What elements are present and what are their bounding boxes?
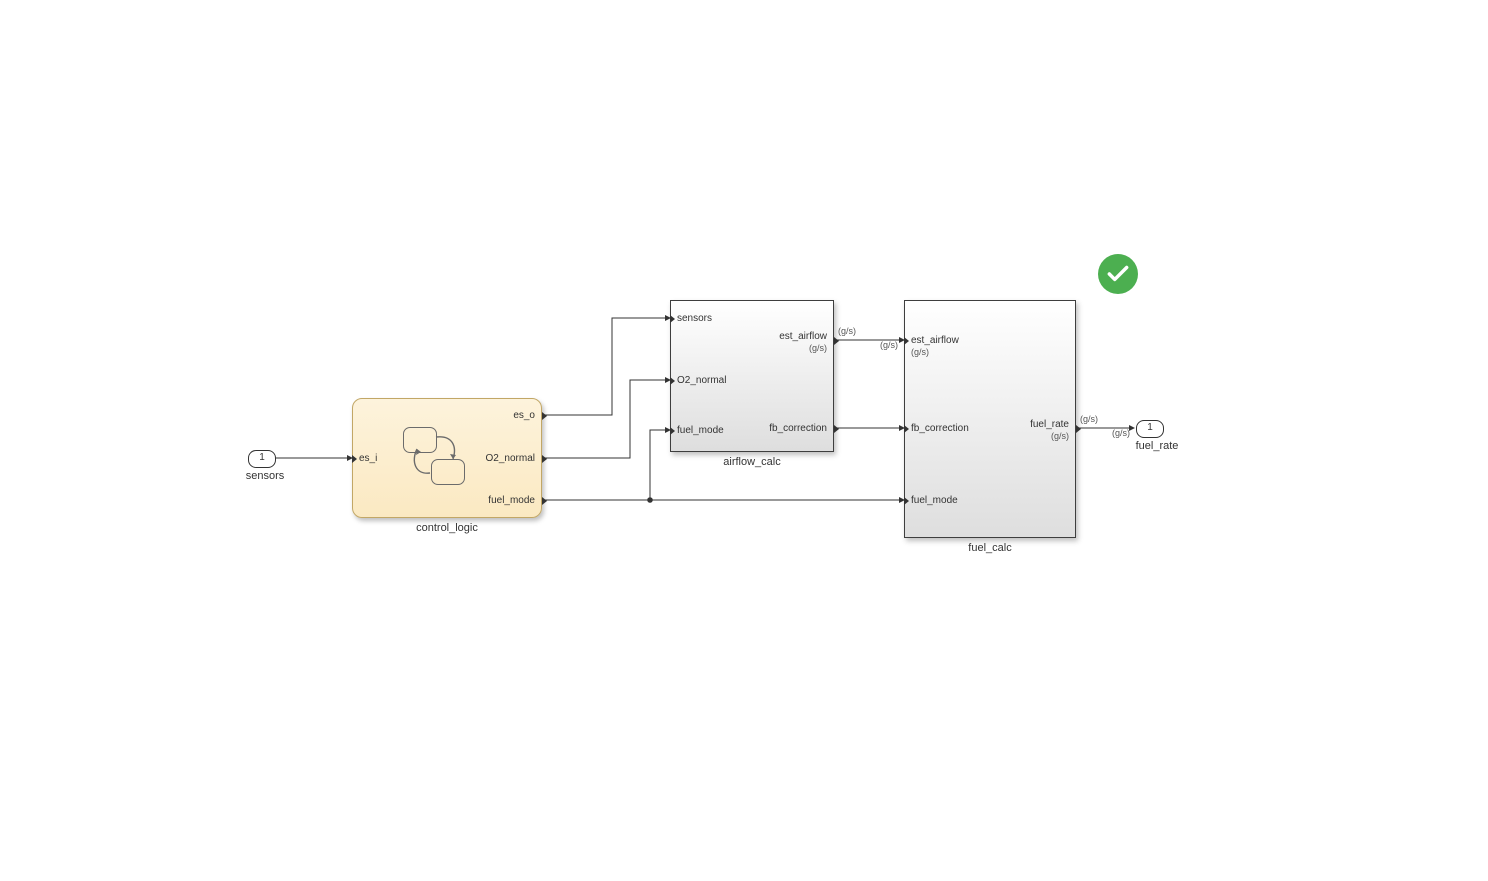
outport-number: 1 bbox=[1147, 422, 1153, 433]
outport-label: fuel_rate bbox=[1122, 440, 1192, 452]
wire-est-airflow-unit-in: (g/s) bbox=[880, 340, 898, 350]
port-fuel-rate-out-unit: (g/s) bbox=[1051, 431, 1069, 441]
block-control-logic-name: control_logic bbox=[352, 522, 542, 534]
port-o2-normal: O2_normal bbox=[486, 453, 535, 464]
wire-fuel-rate-unit-out: (g/s) bbox=[1080, 414, 1098, 424]
port-fuel-mode: fuel_mode bbox=[488, 495, 535, 506]
block-airflow-calc-name: airflow_calc bbox=[670, 456, 834, 468]
port-fuel-mode-in2: fuel_mode bbox=[911, 495, 958, 506]
wire-est-airflow-unit-out: (g/s) bbox=[838, 326, 856, 336]
block-airflow-calc[interactable]: sensors O2_normal fuel_mode est_airflow … bbox=[670, 300, 834, 452]
port-fb-correction-out: fb_correction bbox=[769, 423, 827, 434]
port-es-i: es_i bbox=[359, 453, 377, 464]
port-o2-normal-in: O2_normal bbox=[677, 375, 726, 386]
check-icon bbox=[1105, 261, 1131, 287]
port-est-airflow-out: est_airflow bbox=[779, 331, 827, 342]
port-es-o: es_o bbox=[513, 410, 535, 421]
stateflow-glyph bbox=[403, 427, 483, 487]
diagram-canvas: 1 sensors es_i es_o O2_normal fuel_mode … bbox=[0, 0, 1488, 881]
port-est-airflow-in-unit: (g/s) bbox=[911, 347, 929, 357]
block-control-logic[interactable]: es_i es_o O2_normal fuel_mode bbox=[352, 398, 542, 518]
port-sensors-in: sensors bbox=[677, 313, 712, 324]
inport-sensors[interactable]: 1 bbox=[248, 450, 276, 468]
block-fuel-calc[interactable]: est_airflow (g/s) fb_correction fuel_mod… bbox=[904, 300, 1076, 538]
port-est-airflow-unit: (g/s) bbox=[809, 343, 827, 353]
wire-fuel-rate-unit-wire: (g/s) bbox=[1112, 428, 1130, 438]
port-fuel-rate-out: fuel_rate bbox=[1030, 419, 1069, 430]
block-fuel-calc-name: fuel_calc bbox=[904, 542, 1076, 554]
port-fuel-mode-in: fuel_mode bbox=[677, 425, 724, 436]
inport-number: 1 bbox=[259, 452, 265, 463]
inport-label: sensors bbox=[240, 470, 290, 482]
check-badge-icon bbox=[1098, 254, 1138, 294]
port-fb-correction-in: fb_correction bbox=[911, 423, 969, 434]
port-est-airflow-in: est_airflow bbox=[911, 335, 959, 346]
outport-fuel-rate[interactable]: 1 bbox=[1136, 420, 1164, 438]
